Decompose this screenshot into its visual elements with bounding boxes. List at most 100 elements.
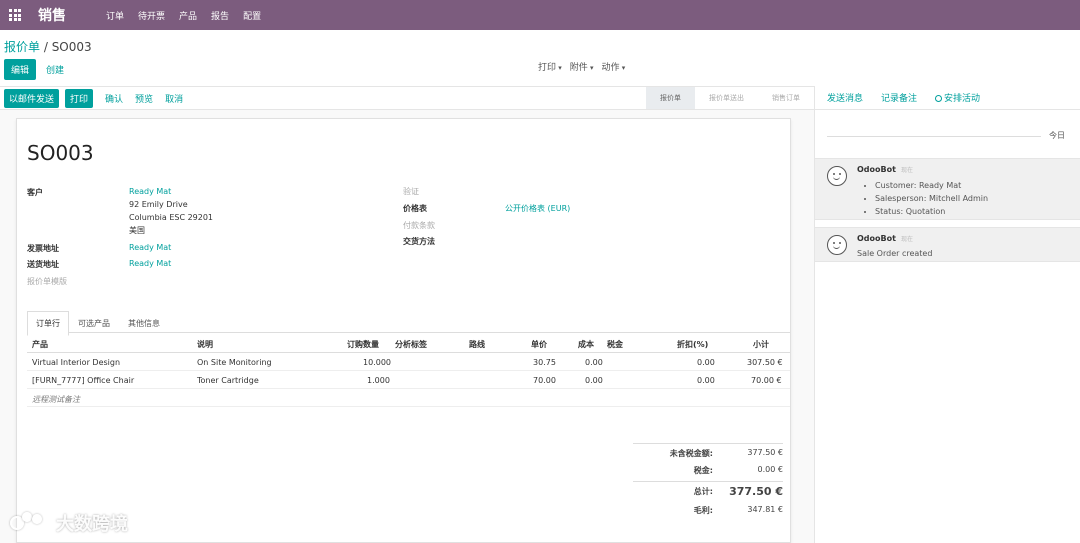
row-product: [FURN_7777] Office Chair	[32, 376, 135, 385]
col-quantity[interactable]: 订购数量	[347, 339, 379, 350]
col-discount[interactable]: 折扣(%)	[677, 339, 708, 350]
customer-address: 92 Emily Drive Columbia ESC 29201 美国	[129, 198, 213, 237]
watermark: 大数跨境	[10, 510, 128, 536]
table-header-row: 产品 说明 订购数量 分析标签 路线 单价 成本 税金 折扣(%) 小计	[27, 333, 790, 353]
statusbar: 以邮件发送 打印 确认 预览 取消 报价单 报价单送出 销售订单	[0, 86, 814, 110]
schedule-activity-button[interactable]: 安排活动	[935, 91, 980, 104]
send-message-button[interactable]: 发送消息	[827, 91, 863, 104]
stage-sales-order[interactable]: 销售订单	[758, 87, 814, 109]
row-cost: 0.00	[585, 358, 603, 367]
row-subtotal: 70.00 €	[751, 376, 782, 385]
delivery-address-link[interactable]: Ready Mat	[129, 259, 171, 268]
order-totals: 未含税金额: 377.50 € 税金: 0.00 € 总计: 377.50 € …	[633, 443, 783, 518]
row-unit-price: 30.75	[533, 358, 556, 367]
invoice-address-link[interactable]: Ready Mat	[129, 243, 171, 252]
margin-label: 毛利:	[693, 506, 713, 515]
tracking-values: Customer: Ready Mat Salesperson: Mitchel…	[857, 179, 1071, 218]
nav-configuration[interactable]: 配置	[243, 9, 261, 22]
apps-menu-icon[interactable]	[0, 0, 30, 30]
breadcrumb-current: SO003	[51, 40, 92, 54]
breadcrumb-quotations[interactable]: 报价单	[4, 40, 40, 54]
row-subtotal: 307.50 €	[747, 358, 783, 367]
watermark-logo-icon	[10, 512, 52, 534]
address-city: Columbia ESC 29201	[129, 213, 214, 222]
nav-orders[interactable]: 订单	[106, 9, 124, 22]
chatter-message: OdooBot 现在 Sale Order created	[815, 227, 1080, 262]
form-sheet: SO003 客户 Ready Mat 92 Emily Drive Columb…	[16, 118, 791, 543]
attachment-dropdown[interactable]: 附件	[570, 60, 594, 73]
quotation-template-label: 报价单模版	[27, 277, 67, 286]
address-country: 美国	[129, 226, 145, 235]
breadcrumb-separator: /	[40, 40, 52, 54]
col-subtotal[interactable]: 小计	[753, 339, 769, 350]
table-note-row[interactable]: 远程测试备注	[27, 389, 790, 407]
col-product[interactable]: 产品	[32, 339, 48, 350]
preview-button[interactable]: 预览	[135, 92, 153, 105]
untaxed-label: 未含税金额:	[669, 449, 713, 458]
print-button[interactable]: 打印	[65, 88, 94, 108]
total-label: 总计:	[693, 487, 713, 496]
row-product: Virtual Interior Design	[32, 358, 121, 367]
col-route[interactable]: 路线	[469, 339, 485, 350]
row-discount: 0.00	[697, 358, 715, 367]
chatter-message: OdooBot 现在 Customer: Ready Mat Salesperso…	[815, 158, 1080, 220]
nav-to-invoice[interactable]: 待开票	[138, 9, 165, 22]
watermark-text: 大数跨境	[56, 514, 128, 535]
action-dropdown[interactable]: 动作	[602, 60, 626, 73]
row-unit-price: 70.00	[533, 376, 556, 385]
row-cost: 0.00	[585, 376, 603, 385]
message-date: 现在	[900, 236, 913, 243]
taxes-amount: 0.00 €	[757, 465, 783, 474]
breadcrumb: 报价单 / SO003	[4, 38, 92, 55]
order-name: SO003	[27, 141, 94, 165]
nav-reporting[interactable]: 报告	[211, 9, 229, 22]
table-row[interactable]: Virtual Interior Design On Site Monitori…	[27, 353, 790, 371]
odoobot-avatar-icon[interactable]	[827, 235, 847, 255]
invoice-address-label: 发票地址	[27, 244, 59, 253]
cancel-button[interactable]: 取消	[165, 92, 183, 105]
row-note: 远程测试备注	[32, 395, 80, 404]
tracking-salesperson: Salesperson: Mitchell Admin	[875, 192, 1071, 205]
customer-label: 客户	[27, 188, 43, 197]
message-text: Sale Order created	[857, 249, 933, 258]
col-description[interactable]: 说明	[197, 339, 213, 350]
stage-quotation[interactable]: 报价单	[646, 87, 695, 109]
clock-icon	[935, 95, 943, 102]
schedule-activity-label: 安排活动	[944, 94, 981, 104]
nav-products[interactable]: 产品	[179, 9, 197, 22]
row-discount: 0.00	[697, 376, 715, 385]
pricelist-link[interactable]: 公开价格表 (EUR)	[505, 203, 570, 214]
stage-quotation-sent[interactable]: 报价单送出	[695, 87, 758, 109]
app-brand[interactable]: 销售	[38, 5, 66, 25]
row-quantity: 10.000	[363, 358, 391, 367]
date-separator: 今日	[815, 130, 1080, 142]
row-quantity: 1.000	[367, 376, 390, 385]
stage-pipeline: 报价单 报价单送出 销售订单	[646, 87, 814, 109]
odoobot-avatar-icon[interactable]	[827, 166, 847, 186]
order-lines-table: 产品 说明 订购数量 分析标签 路线 单价 成本 税金 折扣(%) 小计 Vir…	[27, 333, 790, 407]
validity-label: 验证	[403, 187, 419, 196]
log-note-button[interactable]: 记录备注	[881, 91, 917, 104]
chatter: 发送消息 记录备注 安排活动 今日 OdooBot 现在 Customer: Re…	[814, 86, 1080, 543]
col-unit-price[interactable]: 单价	[531, 339, 547, 350]
col-analytic-tags[interactable]: 分析标签	[395, 339, 427, 350]
message-author[interactable]: OdooBot	[857, 165, 896, 174]
col-cost[interactable]: 成本	[578, 339, 594, 350]
untaxed-amount: 377.50 €	[747, 448, 783, 457]
taxes-label: 税金:	[693, 466, 713, 475]
address-street: 92 Emily Drive	[129, 200, 188, 209]
message-date: 现在	[900, 167, 913, 174]
print-dropdown[interactable]: 打印	[538, 60, 562, 73]
customer-link[interactable]: Ready Mat	[129, 187, 171, 196]
message-author[interactable]: OdooBot	[857, 234, 896, 243]
create-button[interactable]: 创建	[46, 63, 64, 76]
confirm-button[interactable]: 确认	[105, 92, 123, 105]
pricelist-label: 价格表	[403, 204, 427, 213]
table-row[interactable]: [FURN_7777] Office Chair Toner Cartridge…	[27, 371, 790, 389]
payment-terms-label: 付款条款	[403, 221, 435, 230]
edit-button[interactable]: 编辑	[4, 59, 37, 80]
send-by-email-button[interactable]: 以邮件发送	[4, 88, 60, 108]
incoterm-label: 交货方法	[403, 237, 435, 246]
total-amount: 377.50 €	[729, 485, 783, 498]
col-taxes[interactable]: 税金	[607, 339, 623, 350]
